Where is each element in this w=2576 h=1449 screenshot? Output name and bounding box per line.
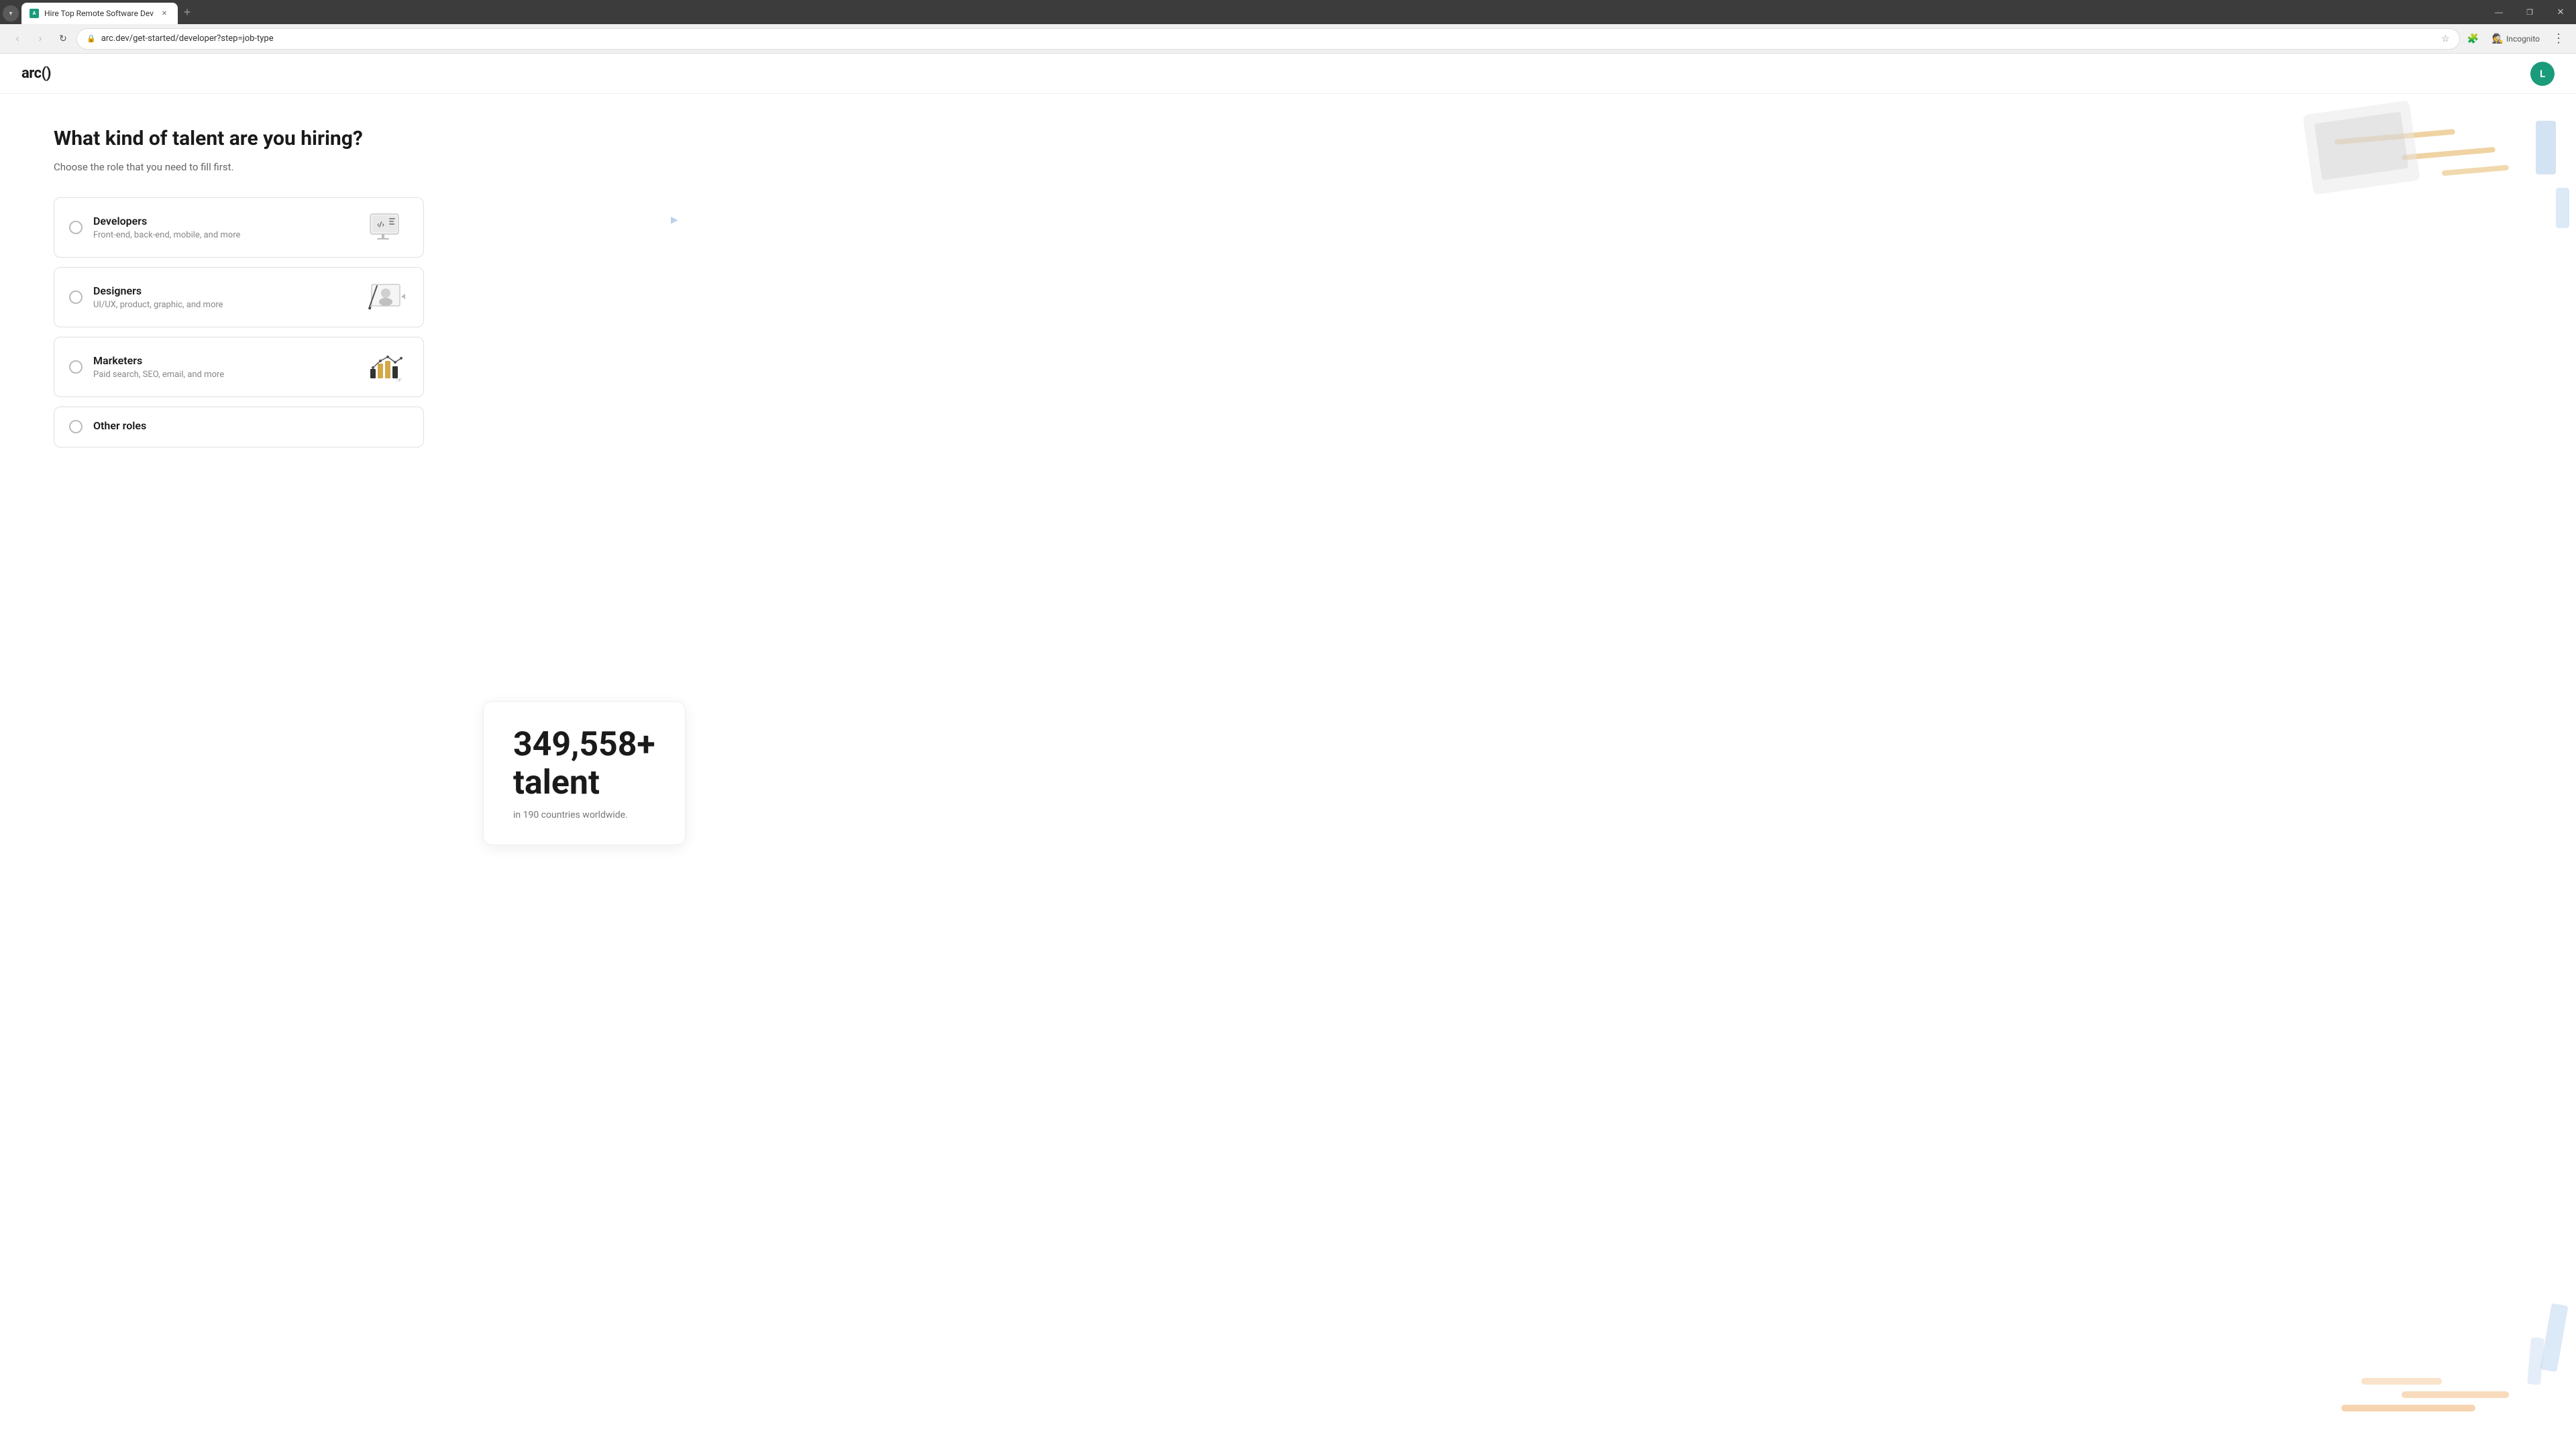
app-header: arc() L [0,54,2576,94]
incognito-indicator: 🕵 Incognito [2487,30,2545,48]
deco-bottom-1 [2341,1405,2475,1411]
close-button[interactable]: ✕ [2545,0,2576,24]
deco-stripe-3 [2442,165,2509,176]
option-designers-title: Designers [93,284,355,297]
deco-bottom-3 [2361,1378,2442,1385]
options-list: Developers Front-end, back-end, mobile, … [54,197,424,447]
svg-text:☞: ☞ [396,376,402,384]
stats-number: 349,558+ [513,726,655,765]
reload-button[interactable]: ↻ [54,30,72,48]
right-panel: 349,558+ talent in 190 countries worldwi… [456,94,2576,1438]
new-tab-button[interactable]: + [178,3,197,21]
address-bar[interactable]: 🔒 arc.dev/get-started/developer?step=job… [76,28,2460,50]
bookmark-icon[interactable]: ☆ [2441,34,2450,44]
forward-button[interactable]: › [31,30,50,48]
option-developers[interactable]: Developers Front-end, back-end, mobile, … [54,197,424,258]
tab-group-button[interactable]: ▾ [3,5,19,21]
back-button[interactable]: ‹ [8,30,27,48]
app-logo[interactable]: arc() [21,65,51,82]
option-other-content: Other roles [93,419,409,435]
menu-button[interactable]: ⋮ [2549,30,2568,48]
stats-description: in 190 countries worldwide. [513,810,655,820]
left-panel: What kind of talent are you hiring? Choo… [0,94,456,1438]
page-heading: What kind of talent are you hiring? [54,126,424,152]
active-tab[interactable]: A Hire Top Remote Software Dev ✕ [21,3,178,24]
option-marketers-content: Marketers Paid search, SEO, email, and m… [93,354,355,380]
option-other-title: Other roles [93,419,409,432]
radio-designers[interactable] [69,290,83,304]
svg-text:‹/›: ‹/› [377,220,384,229]
deco-arrow: ▶ [671,215,678,225]
marketers-icon: ☞ [366,350,409,384]
option-marketers-title: Marketers [93,354,355,367]
designers-icon [366,280,409,315]
radio-marketers[interactable] [69,360,83,374]
developers-icon: ‹/› [366,210,409,245]
page-subtitle: Choose the role that you need to fill fi… [54,161,424,173]
tab-favicon: A [30,9,39,18]
deco-right-2 [2527,1337,2544,1385]
deco-bottom-2 [2402,1391,2509,1398]
option-designers-desc: UI/UX, product, graphic, and more [93,300,355,310]
radio-other[interactable] [69,420,83,433]
incognito-icon: 🕵 [2492,34,2504,44]
stats-card: 349,558+ talent in 190 countries worldwi… [483,701,686,845]
deco-right-1 [2540,1303,2569,1373]
deco-laptop-screen [2314,111,2409,180]
option-marketers[interactable]: Marketers Paid search, SEO, email, and m… [54,337,424,397]
secure-icon: 🔒 [87,34,96,43]
minimize-button[interactable]: — [2483,0,2514,24]
tab-close-button[interactable]: ✕ [159,8,170,19]
option-other[interactable]: Other roles [54,407,424,447]
option-developers-title: Developers [93,215,355,227]
url-text: arc.dev/get-started/developer?step=job-t… [101,34,2436,44]
deco-stripe-5 [2556,188,2569,228]
main-content: What kind of talent are you hiring? Choo… [0,94,2576,1438]
option-designers-content: Designers UI/UX, product, graphic, and m… [93,284,355,310]
option-developers-desc: Front-end, back-end, mobile, and more [93,230,355,240]
radio-developers[interactable] [69,221,83,234]
maximize-button[interactable]: ❐ [2514,0,2545,24]
stats-talent-label: talent [513,764,655,803]
option-designers[interactable]: Designers UI/UX, product, graphic, and m… [54,267,424,327]
deco-stripe-4 [2536,121,2556,174]
user-avatar[interactable]: L [2530,62,2555,86]
tab-title: Hire Top Remote Software Dev [44,9,154,18]
option-marketers-desc: Paid search, SEO, email, and more [93,370,355,380]
option-developers-content: Developers Front-end, back-end, mobile, … [93,215,355,240]
extensions-button[interactable]: 🧩 [2464,30,2483,48]
incognito-label: Incognito [2506,34,2540,44]
